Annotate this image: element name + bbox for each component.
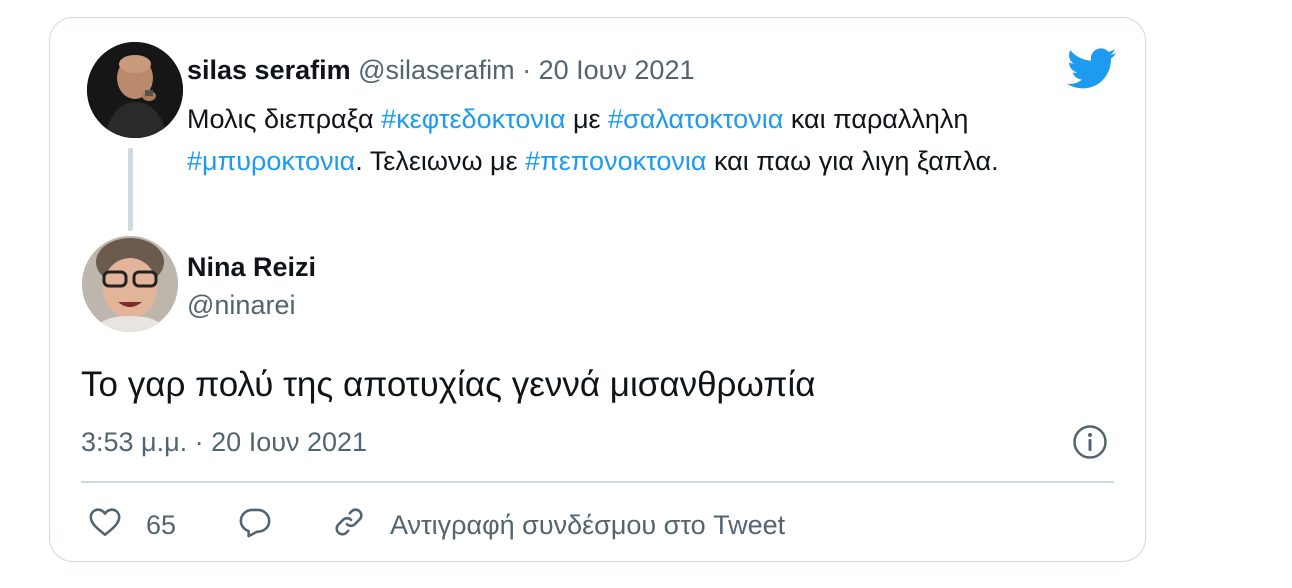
quoted-tweet-text: Μολις διεπραξα #κεφτεδοκτονια με #σαλατο… [187, 98, 1127, 182]
quoted-author-avatar[interactable] [87, 42, 183, 138]
reply-bubble-icon[interactable] [238, 505, 272, 539]
quoted-text-segment: Μολις διεπραξα [187, 104, 382, 134]
link-icon[interactable] [332, 505, 366, 539]
quoted-text-segment: και παραλληλη [783, 104, 969, 134]
hashtag-link[interactable]: #μπυροκτονια [187, 146, 355, 176]
quoted-date-separator: · [522, 55, 532, 85]
info-icon[interactable] [1072, 424, 1108, 460]
quoted-text-segment: . Τελειωνω με [355, 146, 526, 176]
hashtag-link[interactable]: #κεφτεδοκτονια [381, 104, 565, 134]
quoted-author-name[interactable]: silas serafim [187, 55, 351, 85]
quoted-author-handle[interactable]: @silaserafim [358, 55, 514, 85]
tweet-text: Το γαρ πολύ της αποτυχίας γεννά μισανθρω… [81, 365, 816, 404]
hashtag-link[interactable]: #σαλατοκτονια [608, 104, 783, 134]
author-avatar[interactable] [82, 236, 178, 332]
thread-connector-line [128, 148, 133, 231]
twitter-bird-icon[interactable] [1067, 48, 1117, 90]
like-count[interactable]: 65 [146, 505, 176, 545]
author-name[interactable]: Nina Reizi [187, 251, 316, 283]
quoted-text-segment: και παω για λιγη ξαπλα. [706, 146, 999, 176]
author-handle[interactable]: @ninarei [187, 289, 295, 321]
tweet-embed-card: silas serafim @silaserafim · 20 Ιουν 202… [49, 17, 1146, 562]
heart-icon[interactable] [88, 505, 122, 539]
tweet-timestamp[interactable]: 3:53 μ.μ. · 20 Ιουν 2021 [81, 426, 367, 458]
hashtag-link[interactable]: #πεπονοκτονια [525, 146, 706, 176]
quoted-text-segment: με [565, 104, 609, 134]
quoted-tweet-date[interactable]: 20 Ιουν 2021 [539, 55, 695, 85]
quoted-tweet-header: silas serafim @silaserafim · 20 Ιουν 202… [187, 54, 694, 86]
actions-divider [81, 481, 1114, 483]
copy-link-button[interactable]: Αντιγραφή συνδέσμου στο Tweet [390, 505, 785, 545]
